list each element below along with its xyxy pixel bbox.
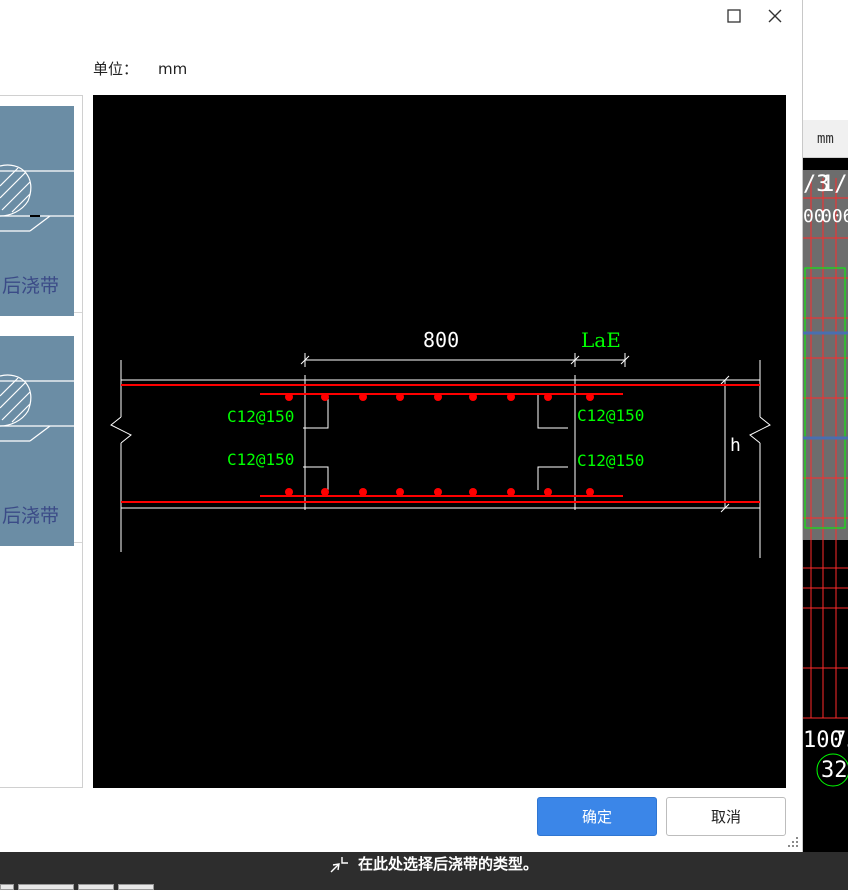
background-panel xyxy=(803,0,848,120)
bottom-tabs xyxy=(0,884,300,890)
maximize-button[interactable] xyxy=(721,4,747,28)
background-unit-label: mm xyxy=(817,131,834,147)
strip-type-list[interactable]: 后浇带 后浇带 xyxy=(0,95,83,788)
background-text: 1/2 xyxy=(821,172,848,197)
background-cad-window: mm /3 1/2 00 006 100 73 32 xyxy=(803,0,848,852)
post-cast-strip-dialog: 单位： mm 后浇带 后浇带 800 LaE C12@150 C12@150 C… xyxy=(0,0,803,852)
unit-label: 单位： xyxy=(93,60,139,78)
ok-button[interactable]: 确定 xyxy=(537,797,657,836)
status-message: 在此处选择后浇带的类型。 xyxy=(358,855,539,873)
background-text: 006 xyxy=(821,206,848,227)
list-item-label: 后浇带 xyxy=(2,505,60,527)
maximize-icon xyxy=(727,9,741,23)
cancel-button[interactable]: 取消 xyxy=(666,797,786,836)
close-icon xyxy=(768,9,782,23)
unit-value: mm xyxy=(158,60,188,78)
strip-type-thumbnail: 后浇带 xyxy=(0,106,74,316)
background-text: 32 xyxy=(821,758,848,783)
unit-row: 单位： mm xyxy=(93,58,187,79)
strip-type-thumbnail: 后浇带 xyxy=(0,336,74,546)
list-item-label: 后浇带 xyxy=(2,275,60,297)
rebar-label: C12@150 xyxy=(227,450,294,469)
rebar-label: C12@150 xyxy=(577,451,644,470)
height-label: h xyxy=(730,435,741,456)
rebar-label: C12@150 xyxy=(227,407,294,426)
rebar-label: C12@150 xyxy=(577,406,644,425)
background-text: 73 xyxy=(833,728,848,753)
cursor-icon xyxy=(330,857,348,873)
strip-section-drawing: 800 LaE C12@150 C12@150 C12@150 C12@150 … xyxy=(110,328,771,558)
screen: 单位： mm 后浇带 后浇带 800 LaE C12@150 C12@150 C… xyxy=(0,0,848,890)
dimension-width-label: 800 xyxy=(423,328,459,352)
bottom-tab[interactable] xyxy=(118,884,154,890)
preview-canvas: 800 LaE C12@150 C12@150 C12@150 C12@150 … xyxy=(93,95,786,788)
list-item[interactable]: 后浇带 xyxy=(0,326,82,546)
list-item[interactable]: 后浇带 xyxy=(0,96,82,316)
dimension-lae-label: LaE xyxy=(581,328,621,352)
bottom-tab[interactable] xyxy=(0,884,14,890)
bottom-tab[interactable] xyxy=(78,884,114,890)
bottom-tab[interactable] xyxy=(18,884,74,890)
close-button[interactable] xyxy=(762,4,788,28)
resize-grip-icon[interactable] xyxy=(786,835,800,849)
